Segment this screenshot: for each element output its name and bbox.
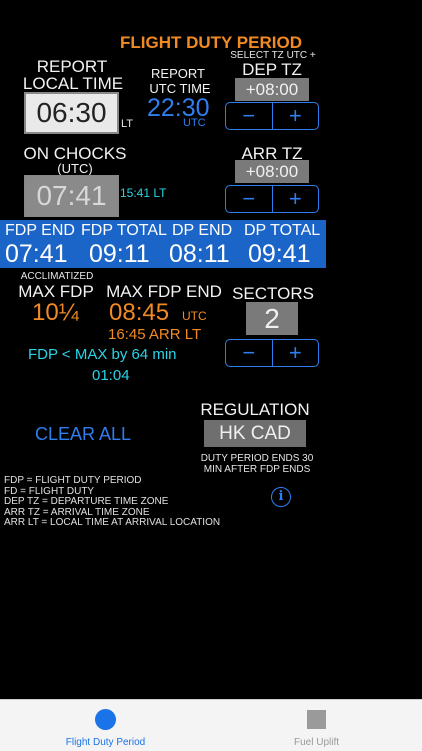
abbreviation-legend: FDP = FLIGHT DUTY PERIOD FD = FLIGHT DUT…: [4, 475, 221, 529]
sectors-stepper[interactable]: − +: [225, 339, 319, 367]
max-fdp-end-label: MAX FDP END: [106, 282, 222, 301]
max-fdp-end-value: 08:45: [109, 299, 170, 326]
square-icon: [307, 710, 326, 729]
report-local-time-field[interactable]: 06:30: [24, 92, 119, 134]
sectors-value: 2: [246, 302, 298, 335]
minus-button[interactable]: −: [226, 103, 273, 129]
dp-end-value: 08:11: [169, 240, 230, 268]
tab-fuel-uplift[interactable]: Fuel Uplift: [211, 699, 422, 750]
dp-total-value: 09:41: [248, 240, 311, 268]
tab-flight-duty-period[interactable]: Flight Duty Period: [0, 699, 211, 750]
dep-tz-label: DEP TZ: [242, 60, 302, 79]
fdp-total-value: 09:11: [89, 240, 150, 268]
dp-end-label: DP END: [172, 222, 233, 239]
sectors-label: SECTORS: [232, 284, 314, 303]
minus-button[interactable]: −: [226, 340, 273, 366]
fdp-total-label: FDP TOTAL: [81, 222, 167, 239]
dp-total-label: DP TOTAL: [244, 222, 321, 239]
max-fdp-label: MAX FDP: [18, 282, 94, 301]
plus-button[interactable]: +: [273, 186, 319, 212]
page-title: FLIGHT DUTY PERIOD: [120, 33, 302, 52]
fdp-end-value: 07:41: [5, 240, 68, 268]
on-chocks-local-time: 15:41 LT: [120, 186, 167, 200]
local-time-label: LOCAL TIME: [22, 74, 124, 93]
fdp-margin-time: 01:04: [92, 367, 130, 384]
plus-button[interactable]: +: [273, 340, 319, 366]
fdp-status: FDP < MAX by 64 min: [28, 346, 177, 363]
fdp-end-label: FDP END: [5, 222, 75, 239]
acclimatized-label: ACCLIMATIZED: [20, 271, 94, 282]
dep-tz-value: +08:00: [235, 78, 309, 101]
regulation-note-line2: MIN AFTER FDP ENDS: [203, 464, 311, 475]
utc-suffix: UTC: [183, 117, 206, 129]
clear-all-button[interactable]: CLEAR ALL: [35, 424, 131, 445]
circle-icon: [95, 709, 116, 730]
tab-label: Flight Duty Period: [65, 737, 146, 748]
dep-tz-stepper[interactable]: − +: [225, 102, 319, 130]
regulation-value[interactable]: HK CAD: [204, 420, 306, 447]
legend-item: FDP = FLIGHT DUTY PERIOD: [4, 475, 142, 486]
plus-button[interactable]: +: [273, 103, 319, 129]
legend-item: ARR LT = LOCAL TIME AT ARRIVAL LOCATION: [4, 517, 221, 528]
info-icon[interactable]: i: [271, 487, 291, 507]
tab-label: Fuel Uplift: [293, 737, 339, 748]
max-fdp-end-utc: UTC: [182, 309, 207, 323]
arr-tz-stepper[interactable]: − +: [225, 185, 319, 213]
legend-item: DEP TZ = DEPARTURE TIME ZONE: [4, 496, 169, 507]
regulation-note-line1: DUTY PERIOD ENDS 30: [200, 453, 314, 464]
report-label: REPORT: [36, 57, 108, 76]
on-chocks-time-field[interactable]: 07:41: [24, 175, 119, 217]
arr-lt-time: 16:45 ARR LT: [108, 326, 202, 343]
lt-suffix: LT: [121, 118, 134, 130]
regulation-label: REGULATION: [200, 400, 310, 419]
minus-button[interactable]: −: [226, 186, 273, 212]
arr-tz-value: +08:00: [235, 160, 309, 183]
max-fdp-value: 10¼: [32, 299, 79, 326]
